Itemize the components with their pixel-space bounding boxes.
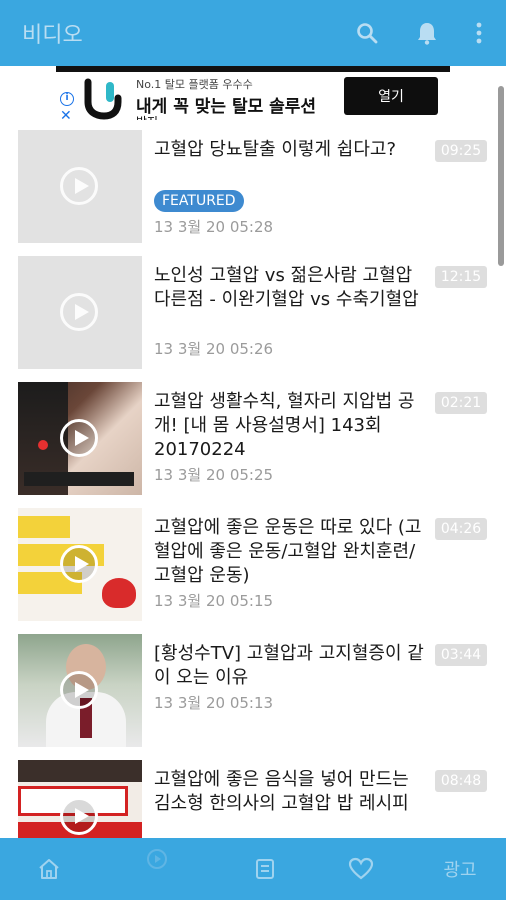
video-title[interactable]: 고혈압 생활수칙, 혈자리 지압법 공개! [내 몸 사용설명서] 143회 2… [154, 390, 424, 462]
caption-box [18, 516, 70, 538]
list-nav-icon[interactable] [250, 854, 280, 884]
ad-close-icon[interactable]: ✕ [60, 108, 72, 120]
heart-icon[interactable] [346, 854, 376, 884]
list-item[interactable]: 고혈압에 좋은 운동은 따로 있다 (고혈압에 좋은 운동/고혈압 완치훈련/고… [0, 498, 506, 624]
video-duration: 03:44 [435, 644, 487, 666]
search-icon[interactable] [352, 18, 382, 48]
video-duration: 12:15 [435, 266, 487, 288]
list-item[interactable]: 고혈압에 좋은 음식을 넣어 만드는 김소형 한의사의 고혈압 밥 레시피 08… [0, 750, 506, 838]
featured-badge: FEATURED [154, 190, 244, 212]
video-thumbnail[interactable] [18, 130, 142, 243]
list-item[interactable]: 고혈압 당뇨탈출 이렇게 쉽다고? FEATURED 13 3월 20 05:2… [0, 120, 506, 246]
play-icon [60, 167, 98, 205]
video-list: 고혈압 당뇨탈출 이렇게 쉽다고? FEATURED 13 3월 20 05:2… [0, 120, 506, 838]
list-item[interactable]: [황성수TV] 고혈압과 고지혈증이 같이 오는 이유 13 3월 20 05:… [0, 624, 506, 750]
video-date: 13 3월 20 05:28 [154, 218, 274, 236]
more-vert-icon[interactable] [464, 18, 494, 48]
play-icon [60, 545, 98, 583]
ad-nav-button[interactable]: 광고 [440, 854, 480, 884]
acupoint-dot [38, 440, 48, 450]
advertiser-logo [82, 76, 126, 120]
video-thumbnail[interactable] [18, 634, 142, 747]
ad-info-icon[interactable]: i [60, 92, 74, 106]
bell-icon[interactable] [412, 18, 442, 48]
video-duration: 08:48 [435, 770, 487, 792]
video-title[interactable]: 노인성 고혈압 vs 젊은사람 고혈압 다른점 - 이완기혈압 vs 수축기혈압 [154, 264, 424, 312]
video-title[interactable]: 고혈압에 좋은 음식을 넣어 만드는 김소형 한의사의 고혈압 밥 레시피 [154, 768, 424, 816]
home-icon[interactable] [34, 854, 64, 884]
video-thumbnail[interactable] [18, 256, 142, 369]
video-thumbnail[interactable] [18, 382, 142, 495]
video-title[interactable]: 고혈압에 좋은 운동은 따로 있다 (고혈압에 좋은 운동/고혈압 완치훈련/고… [154, 516, 424, 588]
list-item[interactable]: 노인성 고혈압 vs 젊은사람 고혈압 다른점 - 이완기혈압 vs 수축기혈압… [0, 246, 506, 372]
ad-text-cut: 받지 [136, 113, 158, 120]
bottom-nav: 광고 [0, 838, 506, 900]
ad-open-button[interactable]: 열기 [344, 77, 438, 115]
play-icon [60, 419, 98, 457]
ad-advertiser: No.1 탈모 플랫폼 우수수 [136, 78, 253, 91]
heart-graphic [102, 578, 136, 608]
video-title[interactable]: [황성수TV] 고혈압과 고지혈증이 같이 오는 이유 [154, 642, 424, 690]
video-duration: 09:25 [435, 140, 487, 162]
caption-strip [24, 472, 134, 486]
video-thumbnail[interactable] [18, 760, 142, 838]
video-thumbnail[interactable] [18, 508, 142, 621]
video-date: 13 3월 20 05:13 [154, 694, 274, 712]
list-item[interactable]: 고혈압 생활수칙, 혈자리 지압법 공개! [내 몸 사용설명서] 143회 2… [0, 372, 506, 498]
video-duration: 04:26 [435, 518, 487, 540]
video-title[interactable]: 고혈압 당뇨탈출 이렇게 쉽다고? [154, 138, 424, 162]
ad-headline: 내게 꼭 맞는 탈모 솔루션 [136, 97, 317, 117]
thumbnail-header [18, 760, 142, 782]
video-date: 13 3월 20 05:26 [154, 340, 274, 358]
play-icon [60, 671, 98, 709]
video-nav-icon[interactable] [142, 844, 172, 874]
play-icon [60, 293, 98, 331]
video-date: 13 3월 20 05:15 [154, 592, 274, 610]
app-bar: 비디오 [0, 0, 506, 66]
play-icon [60, 797, 98, 835]
video-duration: 02:21 [435, 392, 487, 414]
page-title: 비디오 [22, 23, 83, 48]
ad-banner[interactable]: i ✕ No.1 탈모 플랫폼 우수수 내게 꼭 맞는 탈모 솔루션 받지 열기 [56, 66, 450, 120]
video-date: 13 3월 20 05:25 [154, 466, 274, 484]
